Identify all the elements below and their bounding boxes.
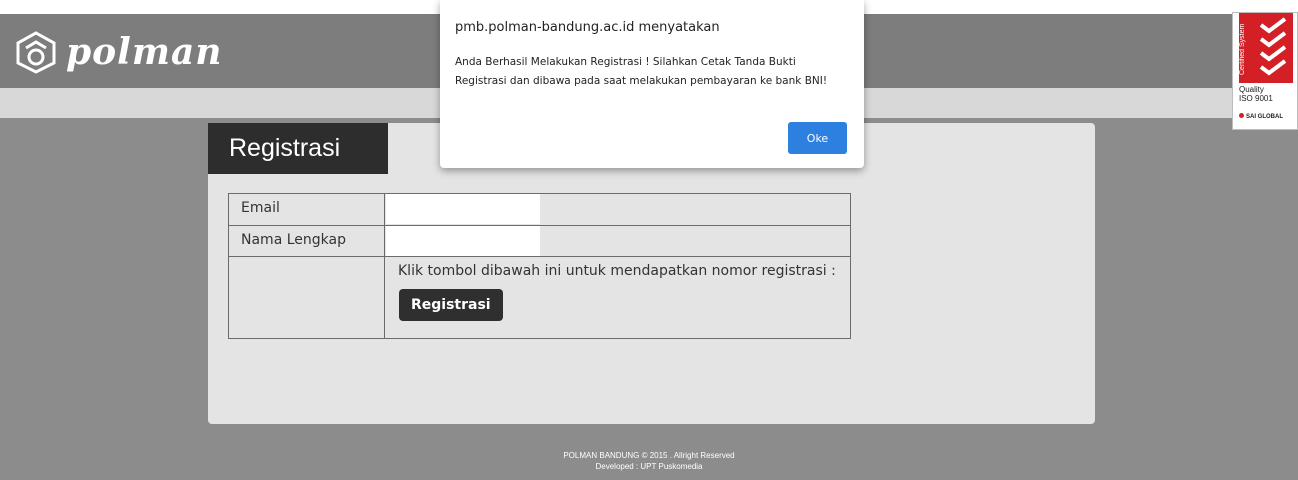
footer-developer: Developed : UPT Puskomedia — [595, 462, 703, 471]
checkmarks-icon — [1259, 17, 1287, 76]
site-logo[interactable]: polman — [14, 30, 222, 74]
alert-dialog: pmb.polman-bandung.ac.id menyatakan Anda… — [440, 0, 864, 168]
dialog-title: pmb.polman-bandung.ac.id menyatakan — [455, 20, 720, 35]
cert-quality-line1: Quality — [1239, 85, 1264, 94]
full-name-label: Nama Lengkap — [228, 225, 385, 257]
action-cell: Klik tombol dibawah ini untuk mendapatka… — [384, 256, 851, 339]
full-name-value — [386, 226, 540, 256]
ok-button[interactable]: Oke — [788, 122, 847, 154]
table-row: Klik tombol dibawah ini untuk mendapatka… — [228, 256, 851, 339]
email-label: Email — [228, 193, 385, 226]
polman-logo-icon — [16, 31, 56, 74]
page-title: Registrasi — [208, 123, 388, 174]
cert-brand: SAI GLOBAL — [1239, 113, 1283, 120]
empty-label-cell — [228, 256, 385, 339]
registrasi-button[interactable]: Registrasi — [399, 289, 503, 321]
registration-panel: Registrasi Email Nama Lengkap Klik tombo… — [208, 123, 1095, 424]
footer-copyright: POLMAN BANDUNG © 2015 . Allright Reserve… — [563, 451, 735, 460]
email-cell — [384, 193, 851, 226]
full-name-cell — [384, 225, 851, 257]
registration-table: Email Nama Lengkap Klik tombol dibawah i… — [228, 193, 851, 339]
dialog-message: Anda Berhasil Melakukan Registrasi ! Sil… — [455, 56, 828, 87]
cert-quality-text: Quality ISO 9001 — [1239, 85, 1273, 103]
table-row: Email — [228, 193, 851, 226]
iso-certificate-badge: Certified System Quality ISO 9001 SAI GL… — [1232, 12, 1298, 130]
logo-text: polman — [66, 31, 223, 73]
email-value — [386, 194, 540, 224]
cert-quality-line2: ISO 9001 — [1239, 94, 1273, 103]
site-footer: POLMAN BANDUNG © 2015 . Allright Reserve… — [0, 450, 1298, 472]
registration-instruction: Klik tombol dibawah ini untuk mendapatka… — [398, 263, 836, 279]
cert-vertical-text: Certified System — [1239, 23, 1246, 75]
table-row: Nama Lengkap — [228, 225, 851, 257]
